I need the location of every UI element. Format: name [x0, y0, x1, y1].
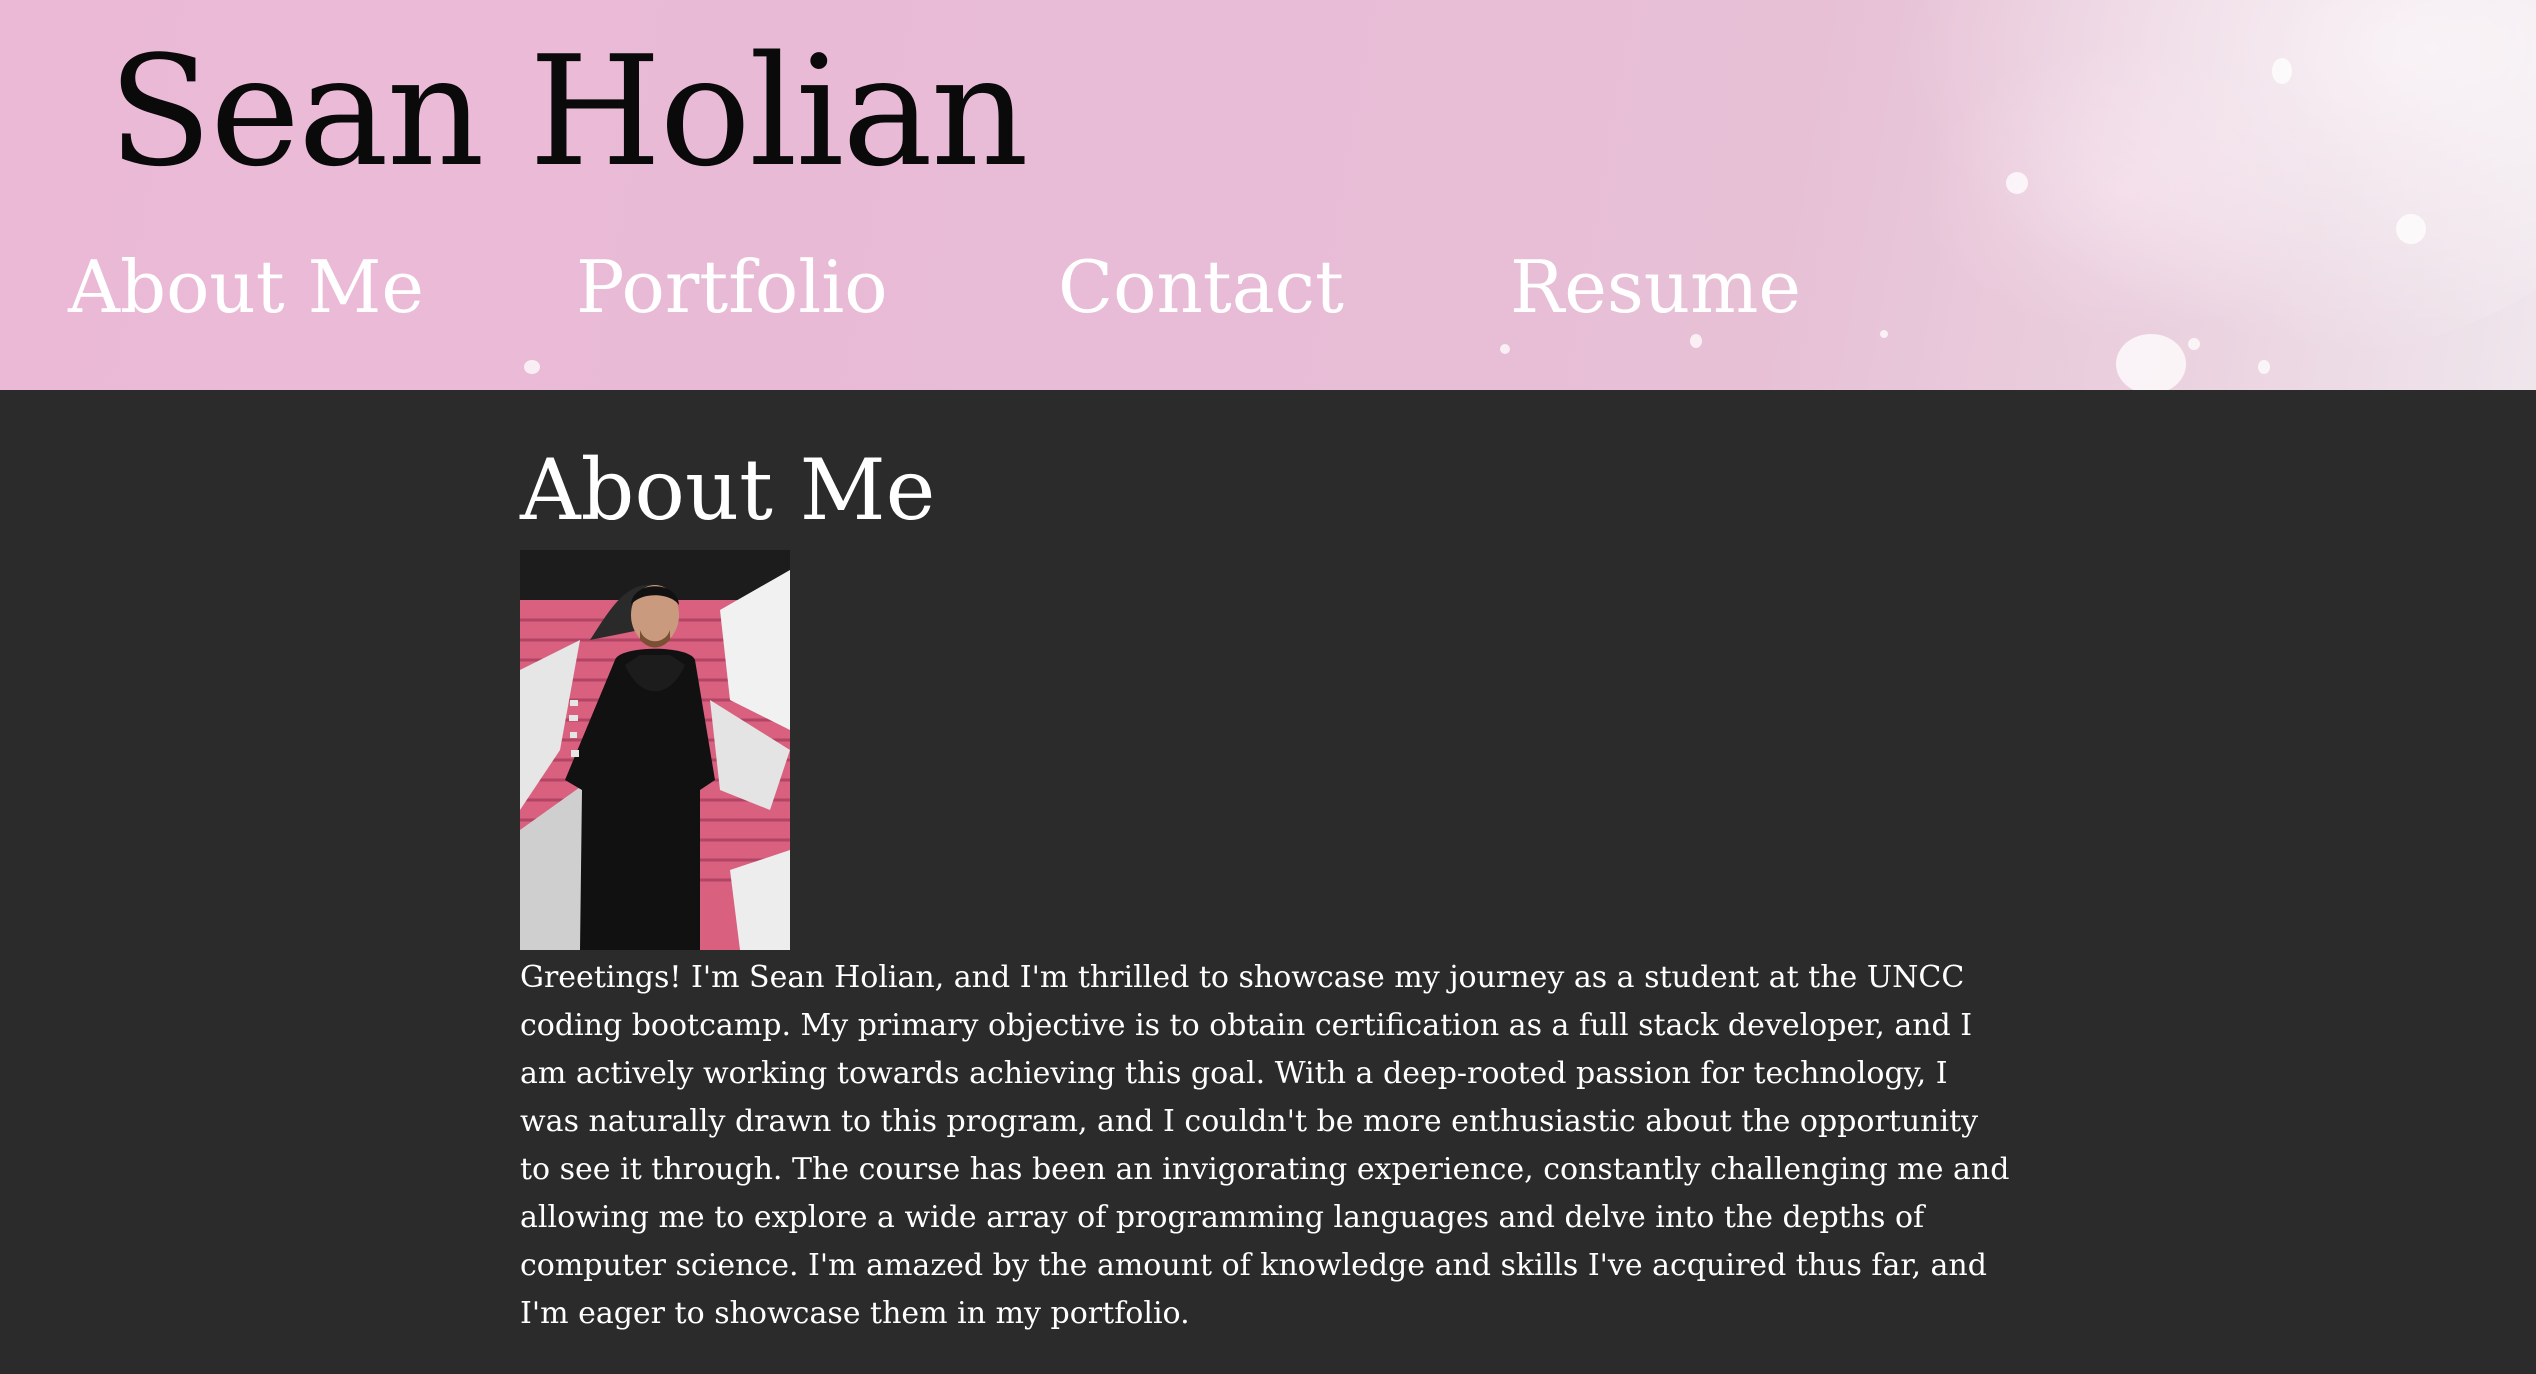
paint-droplet — [2006, 172, 2028, 194]
site-title: Sean Holian — [108, 23, 1029, 200]
nav-link-resume[interactable]: Resume — [1510, 244, 1801, 330]
paint-droplet — [2188, 338, 2200, 350]
paint-droplet — [2272, 58, 2292, 84]
about-section: About Me Greetings! I'm Sean Holian, and… — [520, 390, 2020, 1338]
section-heading: About Me — [520, 441, 936, 539]
nav-link-contact[interactable]: Contact — [1058, 244, 1344, 330]
paint-droplet — [524, 360, 540, 374]
site-header: Sean Holian About Me Portfolio Contact R… — [0, 0, 2536, 390]
about-bio: Greetings! I'm Sean Holian, and I'm thri… — [520, 960, 2010, 1332]
paint-droplet — [2258, 360, 2270, 374]
main-nav: About Me Portfolio Contact Resume — [0, 244, 1900, 344]
paint-droplet — [1500, 344, 1510, 354]
profile-photo — [520, 550, 790, 951]
nav-link-portfolio[interactable]: Portfolio — [576, 244, 888, 330]
paint-droplet — [2116, 334, 2186, 390]
header-paint-splash-secondary — [1916, 40, 2336, 340]
nav-link-about-me[interactable]: About Me — [68, 244, 424, 330]
paint-droplet — [2396, 214, 2426, 244]
